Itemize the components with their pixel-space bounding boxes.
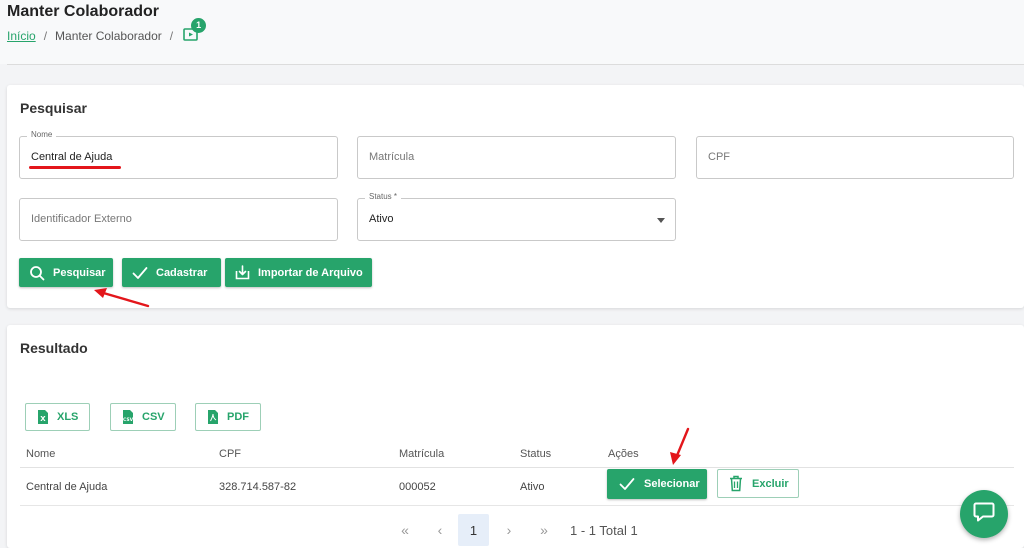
first-page-button[interactable]: « (393, 514, 417, 546)
result-panel-title: Resultado (20, 340, 88, 356)
column-header-status: Status (520, 448, 552, 460)
status-select[interactable]: Status * Ativo (357, 192, 676, 241)
notification-badge: 1 (191, 18, 207, 33)
column-header-matricula: Matrícula (399, 448, 445, 460)
breadcrumb-separator: / (43, 29, 48, 43)
matricula-placeholder: Matrícula (369, 151, 415, 163)
selecionar-button[interactable]: Selecionar (607, 469, 707, 499)
svg-text:X: X (40, 415, 46, 423)
column-header-acoes: Ações (608, 448, 639, 460)
cpf-field[interactable]: CPF (696, 136, 1014, 179)
identificador-externo-field[interactable]: Identificador Externo (19, 198, 338, 241)
nome-field-label: Nome (27, 130, 57, 139)
search-icon (29, 265, 45, 281)
excluir-button[interactable]: Excluir (717, 469, 799, 498)
export-xls-button[interactable]: X XLS (25, 403, 90, 431)
csv-file-icon: CSV (122, 409, 134, 425)
check-icon (619, 477, 635, 491)
search-panel: Pesquisar Nome Central de Ajuda Matrícul… (7, 85, 1024, 308)
pdf-file-icon (207, 409, 219, 425)
search-panel-title: Pesquisar (20, 100, 87, 116)
page-title: Manter Colaborador (7, 3, 160, 20)
header-divider (7, 64, 1024, 65)
chat-bubble-icon (972, 500, 996, 529)
cpf-placeholder: CPF (708, 151, 730, 163)
matricula-field[interactable]: Matrícula (357, 136, 676, 179)
export-csv-button[interactable]: CSV CSV (110, 403, 176, 431)
next-page-button[interactable]: › (497, 514, 521, 546)
annotation-underline (29, 166, 121, 169)
pagination-total: 1 - 1 Total 1 (570, 522, 638, 538)
video-tutorial-icon[interactable]: 1 (183, 18, 207, 44)
cell-matricula: 000052 (399, 481, 436, 493)
importar-arquivo-label: Importar de Arquivo (258, 266, 363, 279)
export-pdf-button[interactable]: PDF (195, 403, 261, 431)
status-select-value: Ativo (369, 213, 394, 225)
cadastrar-label: Cadastrar (156, 266, 208, 279)
trash-icon (729, 475, 743, 492)
page-header: Manter Colaborador Início / Manter Colab… (0, 0, 1024, 64)
check-icon (132, 266, 148, 280)
status-select-label: Status * (365, 192, 402, 201)
breadcrumb-home-link[interactable]: Início (7, 29, 36, 43)
pagination: « ‹ 1 › » 1 - 1 Total 1 (7, 514, 1024, 546)
pesquisar-label: Pesquisar (53, 266, 106, 279)
breadcrumb-current: Manter Colaborador (55, 29, 162, 43)
export-pdf-label: PDF (227, 411, 249, 423)
svg-text:CSV: CSV (123, 417, 134, 423)
pesquisar-button[interactable]: Pesquisar (19, 258, 113, 287)
excel-file-icon: X (37, 409, 49, 425)
excluir-label: Excluir (752, 477, 789, 490)
cell-nome: Central de Ajuda (26, 481, 108, 493)
nome-field[interactable]: Nome Central de Ajuda (19, 130, 338, 179)
column-header-nome: Nome (26, 448, 56, 460)
cell-cpf: 328.714.587-82 (219, 481, 297, 493)
result-panel: Resultado X XLS CSV CSV PDF Nome CPF Mat… (7, 325, 1024, 548)
table-header: Nome CPF Matrícula Status Ações (20, 436, 1014, 468)
current-page-button[interactable]: 1 (458, 514, 489, 546)
caret-down-icon (657, 218, 665, 223)
table-row: Central de Ajuda 328.714.587-82 000052 A… (20, 468, 1014, 506)
breadcrumb: Início / Manter Colaborador / 1 (7, 18, 207, 44)
chat-support-button[interactable] (960, 490, 1008, 538)
last-page-button[interactable]: » (532, 514, 556, 546)
column-header-cpf: CPF (219, 448, 241, 460)
nome-field-value: Central de Ajuda (31, 151, 113, 163)
importar-arquivo-button[interactable]: Importar de Arquivo (225, 258, 372, 287)
breadcrumb-separator: / (169, 29, 174, 43)
prev-page-button[interactable]: ‹ (428, 514, 452, 546)
identificador-externo-placeholder: Identificador Externo (31, 213, 132, 225)
cell-status: Ativo (520, 481, 545, 493)
export-xls-label: XLS (57, 411, 79, 423)
download-icon (235, 265, 250, 280)
selecionar-label: Selecionar (644, 478, 700, 490)
cadastrar-button[interactable]: Cadastrar (122, 258, 221, 287)
export-csv-label: CSV (142, 411, 165, 423)
